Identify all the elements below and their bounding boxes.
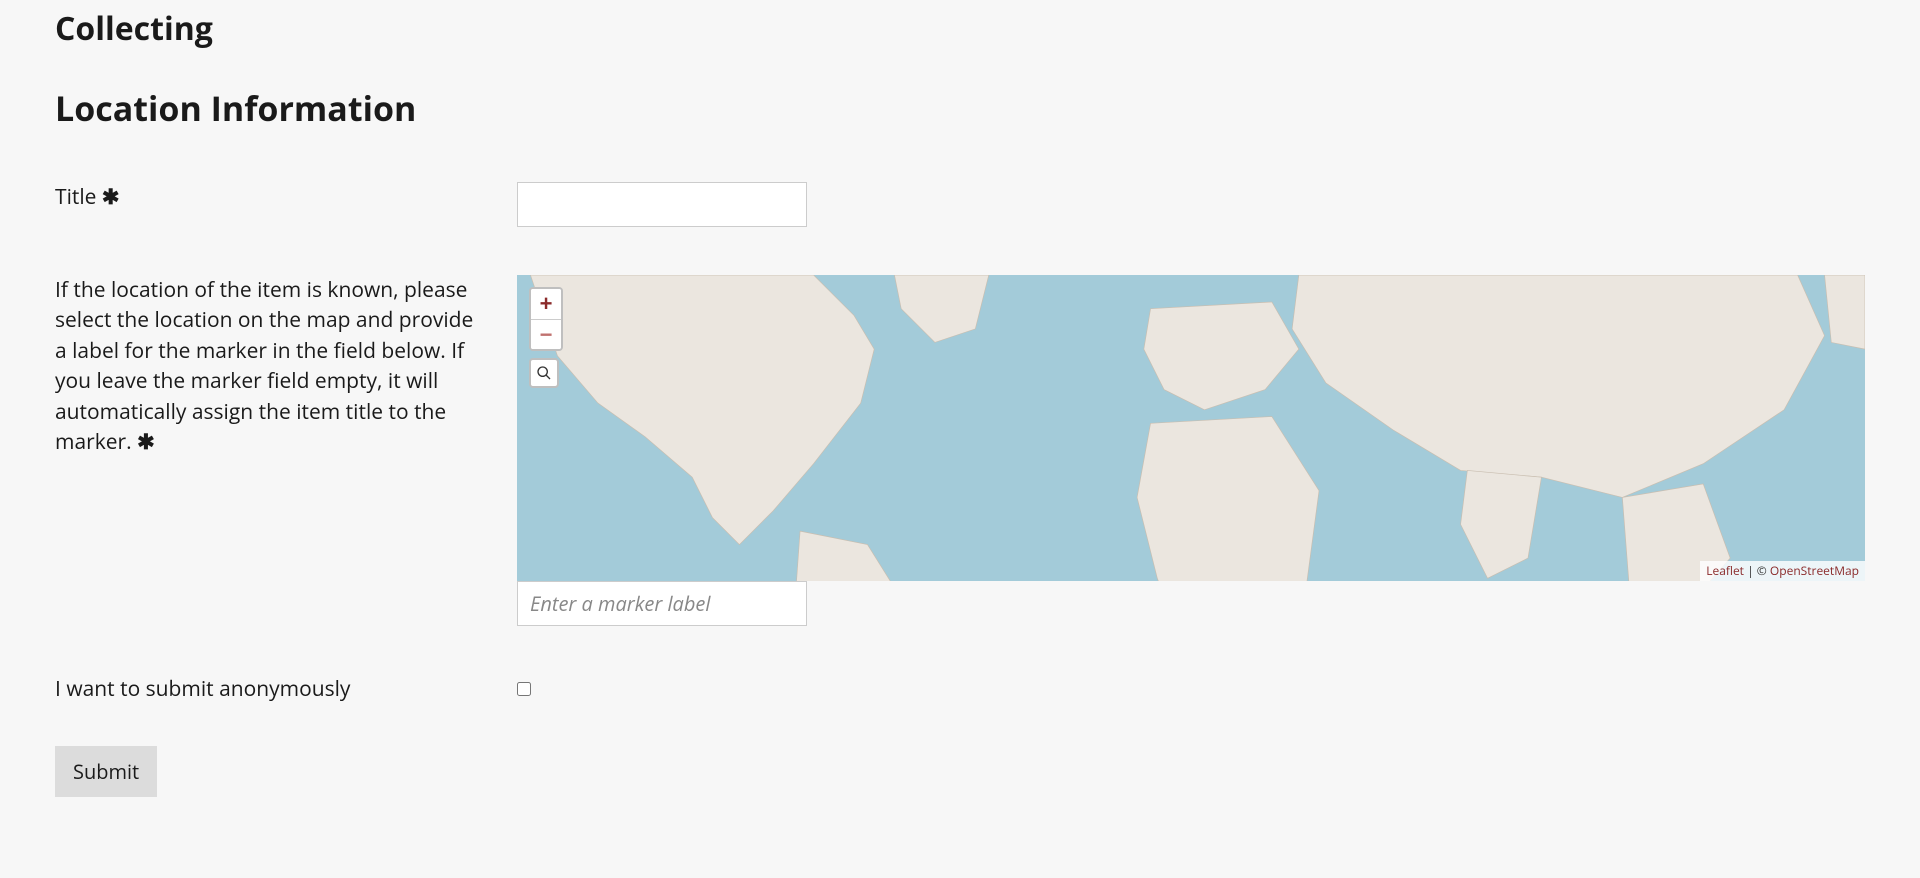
required-asterisk: ✱ xyxy=(137,428,155,456)
anonymous-checkbox[interactable] xyxy=(517,682,531,696)
submit-button[interactable]: Submit xyxy=(55,746,157,797)
section-heading: Location Information xyxy=(55,83,1865,134)
map-tiles xyxy=(517,275,1865,581)
location-row: If the location of the item is known, pl… xyxy=(55,275,1865,626)
marker-label-input[interactable] xyxy=(517,581,807,626)
title-label-text: Title xyxy=(55,183,96,211)
anonymous-label: I want to submit anonymously xyxy=(55,674,517,706)
map[interactable]: + − Leaflet | © OpenStreetMap xyxy=(517,275,1865,581)
location-instructions-text: If the location of the item is known, pl… xyxy=(55,276,473,456)
title-label: Title ✱ xyxy=(55,182,517,214)
title-row: Title ✱ xyxy=(55,182,1865,227)
zoom-in-button[interactable]: + xyxy=(531,289,561,319)
attribution-sep: | © xyxy=(1744,562,1770,579)
map-controls: + − xyxy=(529,287,563,388)
location-instructions: If the location of the item is known, pl… xyxy=(55,275,517,458)
page-title: Collecting xyxy=(55,5,1865,53)
title-input[interactable] xyxy=(517,182,807,227)
anonymous-row: I want to submit anonymously xyxy=(55,674,1865,706)
zoom-group: + − xyxy=(529,287,563,351)
map-attribution: Leaflet | © OpenStreetMap xyxy=(1700,561,1865,581)
zoom-out-button[interactable]: − xyxy=(531,319,561,349)
required-asterisk: ✱ xyxy=(102,183,120,211)
search-icon xyxy=(536,365,552,381)
leaflet-link[interactable]: Leaflet xyxy=(1706,562,1744,579)
osm-link[interactable]: OpenStreetMap xyxy=(1770,562,1859,579)
map-search-button[interactable] xyxy=(529,358,559,388)
